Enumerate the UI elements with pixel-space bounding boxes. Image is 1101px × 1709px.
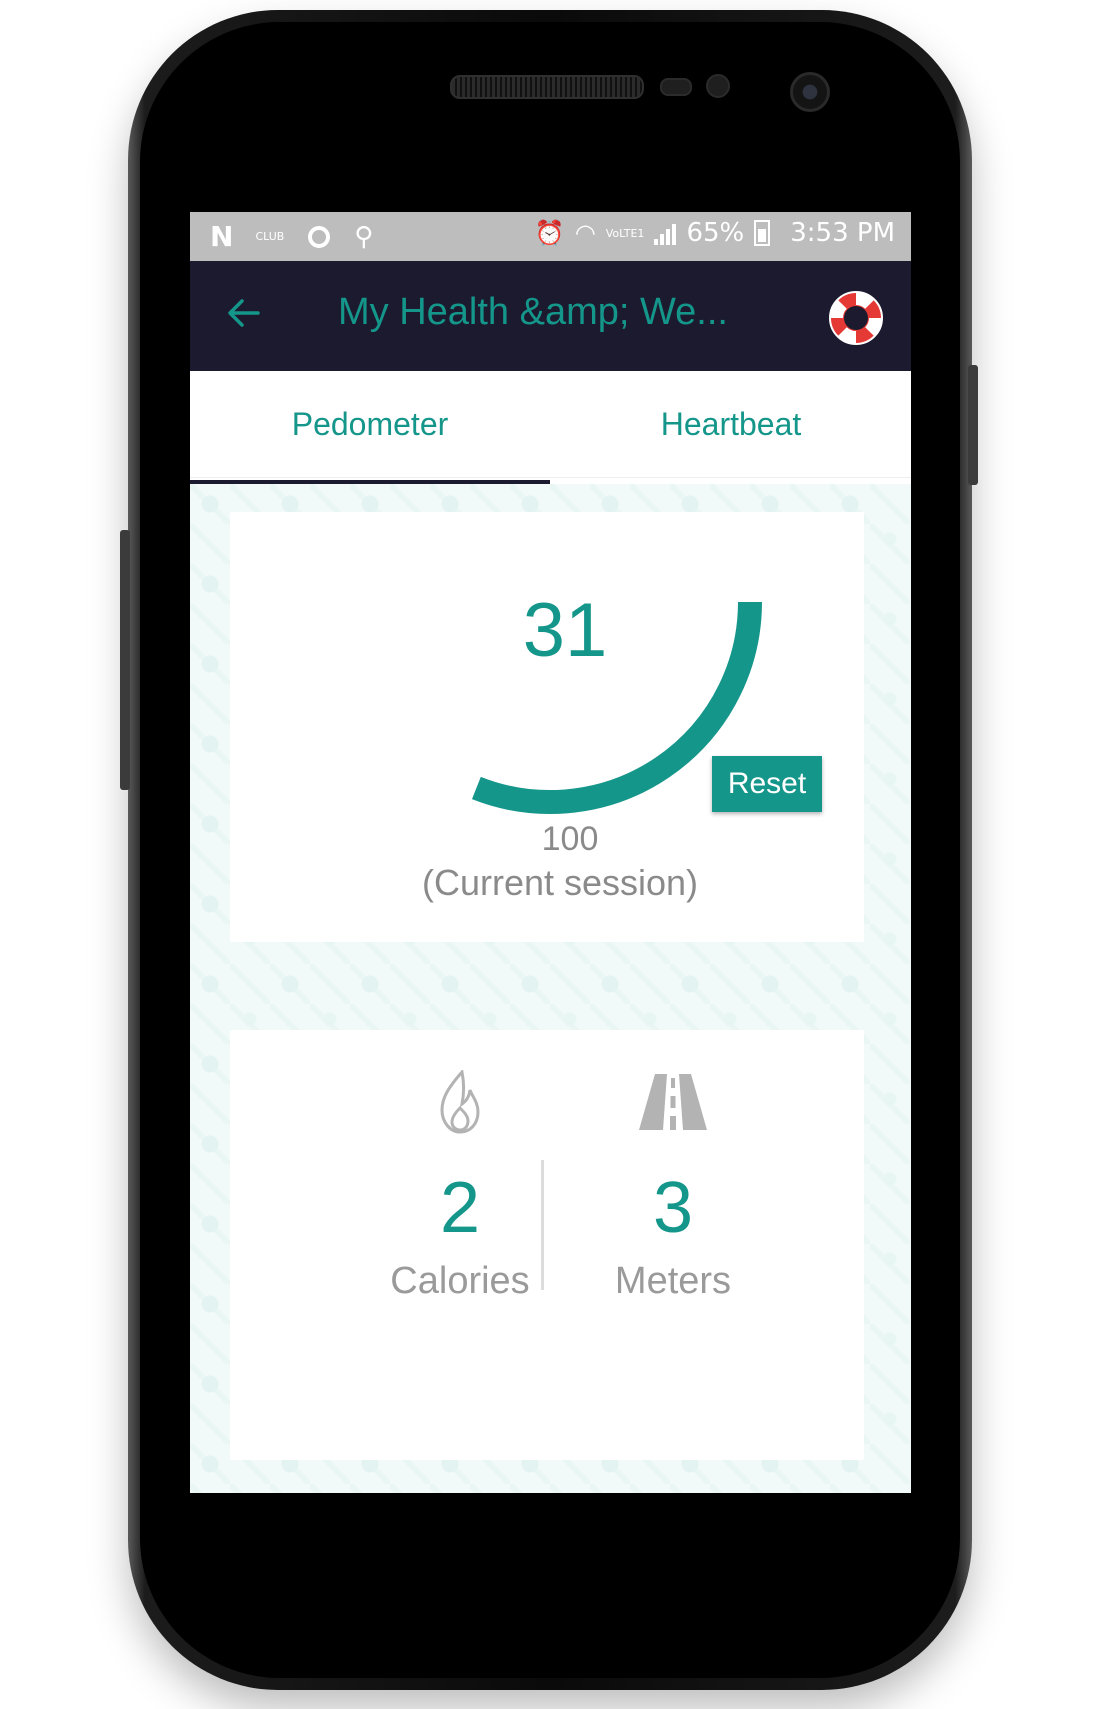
- stats-divider: [541, 1160, 544, 1290]
- road-icon: [639, 1074, 707, 1130]
- club-icon: CLUB: [255, 230, 285, 243]
- session-label: (Current session): [421, 862, 699, 903]
- light-sensor: [706, 74, 730, 98]
- battery-icon: [754, 220, 771, 246]
- status-bar: N CLUB ⚲ ⏰ ◠ VoLTE1 65% 3:53 PM: [190, 212, 911, 261]
- earpiece-speaker: [450, 75, 644, 99]
- clock: 3:53 PM: [790, 218, 895, 248]
- proximity-sensor: [660, 78, 692, 96]
- power-button: [968, 365, 978, 485]
- arrow-left-icon[interactable]: [226, 295, 262, 331]
- toolbar: My Health &amp; We...: [190, 261, 911, 371]
- lifebuoy-icon[interactable]: [827, 289, 885, 347]
- signal-icon: [654, 221, 677, 245]
- flame-icon: [440, 1070, 480, 1134]
- step-count: 31: [522, 588, 608, 673]
- g-icon: [308, 225, 331, 248]
- volte-icon: VoLTE1: [605, 226, 645, 240]
- usb-icon: ⚲: [354, 221, 374, 252]
- wifi-icon: ◠: [574, 219, 596, 247]
- volume-button: [120, 530, 130, 790]
- meters-value: 3: [652, 1168, 694, 1248]
- meters-stat: 3 Meters: [548, 1070, 798, 1303]
- step-goal: 100: [541, 820, 599, 858]
- page-title: My Health &amp; We...: [338, 291, 728, 333]
- stats-card: 2 Calories 3 Meters: [230, 1030, 864, 1460]
- front-camera: [790, 72, 830, 112]
- alarm-icon: ⏰: [534, 219, 565, 247]
- tab-bar: Pedometer Heartbeat: [190, 371, 911, 478]
- meters-label: Meters: [614, 1260, 732, 1302]
- reset-button[interactable]: Reset: [712, 756, 822, 812]
- tab-heartbeat[interactable]: Heartbeat: [551, 371, 911, 477]
- pedometer-card: 31 Reset 100 (Current session): [230, 512, 864, 942]
- tab-pedometer[interactable]: Pedometer: [190, 371, 550, 477]
- n-icon: N: [210, 220, 233, 253]
- battery-percent: 65%: [686, 218, 745, 248]
- app-screen: N CLUB ⚲ ⏰ ◠ VoLTE1 65% 3:53 PM My Healt…: [190, 212, 911, 1493]
